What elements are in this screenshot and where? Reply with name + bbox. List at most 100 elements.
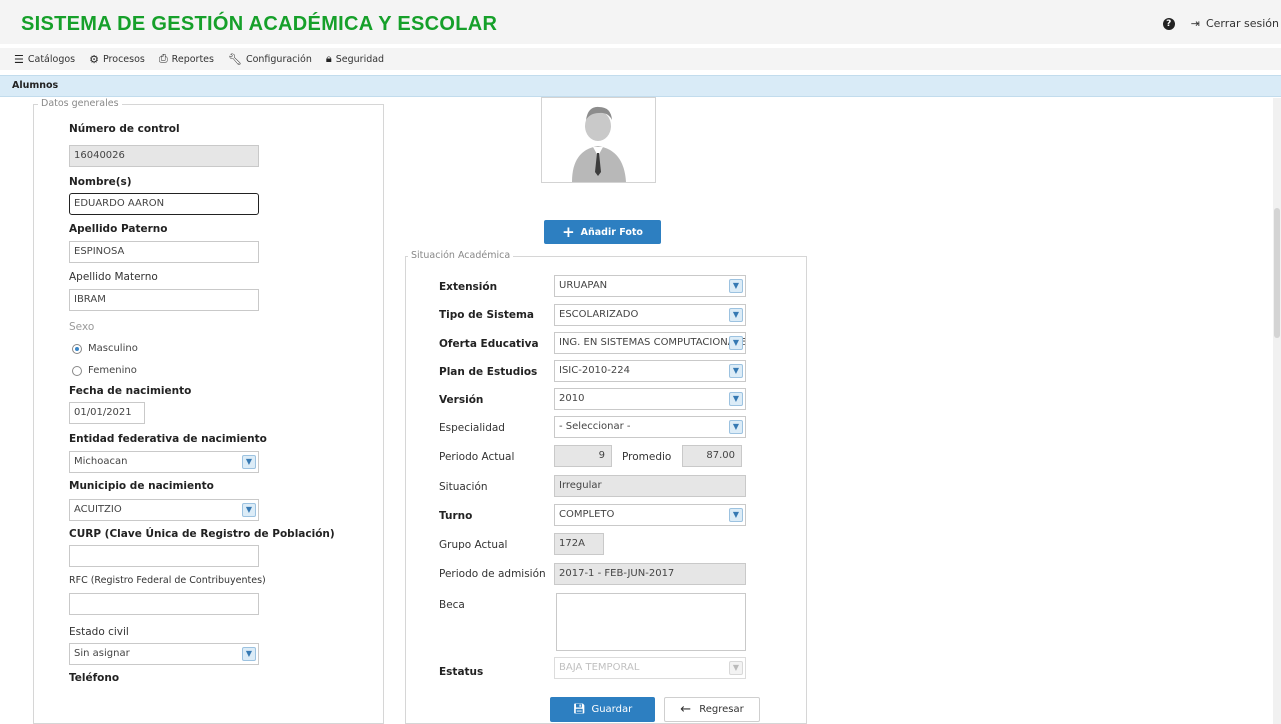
control-number-field[interactable]: 16040026 (69, 145, 259, 167)
tipo-sistema-select[interactable]: ESCOLARIZADO ▼ (554, 304, 746, 326)
chevron-down-icon: ▼ (242, 503, 256, 517)
app-title: SISTEMA DE GESTIÓN ACADÉMICA Y ESCOLAR (21, 13, 498, 35)
estado-civil-select[interactable]: Sin asignar ▼ (69, 643, 259, 665)
entidad-label: Entidad federativa de nacimiento (69, 433, 267, 445)
select-value: ESCOLARIZADO (559, 309, 639, 320)
menu-reportes[interactable]: ⎙ Reportes (159, 52, 214, 66)
admision-label: Periodo de admisión (439, 568, 546, 580)
especialidad-select[interactable]: - Seleccionar - ▼ (554, 416, 746, 438)
periodo-actual-field[interactable]: 9 (554, 445, 612, 467)
chevron-down-icon: ▼ (729, 279, 743, 293)
situacion-field[interactable]: Irregular (554, 475, 746, 497)
logout-button[interactable]: ⇥ Cerrar sesión (1191, 17, 1281, 30)
plan-select[interactable]: ISIC-2010-224 ▼ (554, 360, 746, 382)
arrow-left-icon: ← (680, 702, 692, 717)
add-photo-label: Añadir Foto (580, 226, 643, 238)
header-actions: ? ⇥ Cerrar sesión (1162, 17, 1281, 30)
grupo-label: Grupo Actual (439, 539, 508, 551)
sexo-radio-masculino[interactable]: Masculino (72, 343, 138, 354)
municipio-select[interactable]: ACUITZIO ▼ (69, 499, 259, 521)
menu-seguridad[interactable]: 🔒︎ Seguridad (326, 52, 384, 66)
user-avatar-icon (572, 106, 626, 182)
menu-catalogos[interactable]: ☰ Catálogos (14, 53, 75, 66)
chevron-down-icon: ▼ (729, 661, 743, 675)
tipo-sistema-label: Tipo de Sistema (439, 309, 535, 321)
select-value: ISIC-2010-224 (559, 365, 630, 376)
oferta-label: Oferta Educativa (439, 338, 539, 350)
version-label: Versión (439, 394, 484, 406)
add-photo-button[interactable]: + Añadir Foto (544, 220, 661, 244)
select-value: ING. EN SISTEMAS COMPUTACIONALES (559, 337, 746, 348)
select-value: - Seleccionar - (559, 421, 631, 432)
radio-label: Femenino (88, 365, 137, 376)
curp-field[interactable] (69, 545, 259, 567)
wrench-icon: 🔧︎ (227, 52, 242, 66)
oferta-select[interactable]: ING. EN SISTEMAS COMPUTACIONALES ▼ (554, 332, 746, 354)
grupo-field[interactable]: 172A (554, 533, 604, 555)
curp-label: CURP (Clave Única de Registro de Poblaci… (69, 528, 335, 540)
select-value: COMPLETO (559, 509, 615, 520)
back-button[interactable]: ← Regresar (664, 697, 760, 722)
admision-field[interactable]: 2017-1 - FEB-JUN-2017 (554, 563, 746, 585)
select-value: 2010 (559, 393, 585, 404)
back-label: Regresar (699, 704, 744, 715)
menu-label: Reportes (171, 53, 214, 65)
menu-label: Configuración (245, 53, 312, 65)
select-value: Michoacan (74, 456, 128, 467)
radio-label: Masculino (88, 343, 138, 354)
panel-legend: Datos generales (38, 98, 122, 109)
scrollbar-thumb[interactable] (1274, 208, 1280, 338)
radio-checked-icon (72, 343, 82, 354)
save-label: Guardar (591, 704, 633, 715)
nombre-field[interactable]: EDUARDO AARON (69, 193, 259, 215)
rfc-field[interactable] (69, 593, 259, 615)
app-header: SISTEMA DE GESTIÓN ACADÉMICA Y ESCOLAR ?… (0, 0, 1281, 44)
version-select[interactable]: 2010 ▼ (554, 388, 746, 410)
fecha-nacimiento-field[interactable]: 01/01/2021 (69, 402, 145, 424)
print-icon: ⎙ (158, 52, 168, 65)
menu-bar: ☰ Catálogos ⚙ Procesos ⎙ Reportes 🔧︎ Con… (0, 48, 1281, 70)
fecha-nacimiento-label: Fecha de nacimiento (69, 385, 192, 397)
menu-configuracion[interactable]: 🔧︎ Configuración (228, 53, 312, 66)
apellido-paterno-label: Apellido Paterno (69, 223, 168, 235)
page-scrollbar[interactable] (1273, 98, 1281, 724)
turno-label: Turno (439, 510, 473, 522)
estado-civil-label: Estado civil (69, 626, 129, 638)
estatus-select[interactable]: BAJA TEMPORAL ▼ (554, 657, 746, 679)
sign-out-icon: ⇥ (1190, 17, 1200, 30)
chevron-down-icon: ▼ (729, 336, 743, 350)
select-value: ACUITZIO (74, 504, 122, 515)
nombre-label: Nombre(s) (69, 176, 132, 188)
apellido-materno-field[interactable]: IBRAM (69, 289, 259, 311)
especialidad-label: Especialidad (439, 422, 505, 434)
general-data-panel: Datos generales Número de control 160400… (33, 98, 384, 724)
sexo-label: Sexo (69, 321, 95, 333)
save-button[interactable]: 💾︎ Guardar (550, 697, 655, 722)
apellido-paterno-field[interactable]: ESPINOSA (69, 241, 259, 263)
chevron-down-icon: ▼ (729, 308, 743, 322)
menu-procesos[interactable]: ⚙ Procesos (89, 53, 145, 66)
chevron-down-icon: ▼ (729, 364, 743, 378)
promedio-field[interactable]: 87.00 (682, 445, 742, 467)
promedio-label: Promedio (622, 451, 672, 463)
academic-status-panel: Situación Académica Extensión URUAPAN ▼ … (405, 250, 807, 724)
question-circle-icon[interactable]: ? (1162, 17, 1175, 30)
panel-legend: Situación Académica (408, 250, 514, 261)
telefono-label: Teléfono (69, 672, 120, 684)
select-value: Sin asignar (74, 648, 130, 659)
apellido-materno-label: Apellido Materno (69, 271, 158, 283)
list-icon: ☰ (14, 52, 24, 66)
sexo-radio-femenino[interactable]: Femenino (72, 365, 137, 376)
rfc-label: RFC (Registro Federal de Contribuyentes) (69, 575, 266, 586)
extension-label: Extensión (439, 281, 498, 293)
gear-icon: ⚙ (89, 52, 99, 66)
turno-select[interactable]: COMPLETO ▼ (554, 504, 746, 526)
periodo-actual-label: Periodo Actual (439, 451, 515, 463)
beca-textarea[interactable] (556, 593, 746, 651)
menu-label: Catálogos (27, 53, 76, 65)
logout-label: Cerrar sesión (1205, 17, 1279, 30)
entidad-select[interactable]: Michoacan ▼ (69, 451, 259, 473)
extension-select[interactable]: URUAPAN ▼ (554, 275, 746, 297)
chevron-down-icon: ▼ (729, 392, 743, 406)
lock-icon: 🔒︎ (325, 52, 332, 65)
